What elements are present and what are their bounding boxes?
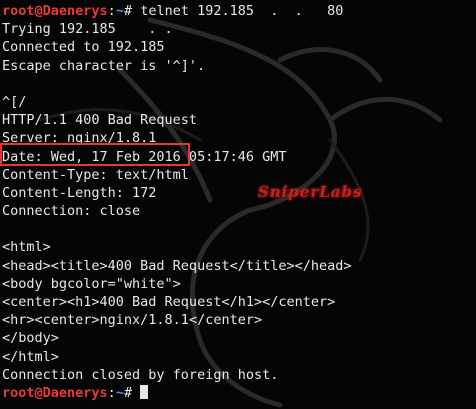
text-cursor (140, 384, 149, 399)
output-line: </body> (2, 330, 59, 347)
output-line: <hr><center>nginx/1.8.1</center> (2, 312, 263, 329)
prompt-symbol: # (123, 3, 133, 19)
command-text: telnet 192.185 . . 80 (132, 3, 344, 19)
output-line: Connected to 192.185 (2, 39, 165, 56)
output-line: Trying 192.185 . . (2, 21, 173, 38)
output-line: <html> (2, 239, 51, 256)
output-line: </html> (2, 348, 59, 365)
output-line: ^[/ (2, 93, 27, 110)
prompt-user: root@Daenerys (2, 384, 108, 401)
output-line: Connection: close (2, 203, 141, 220)
output-line: Connection closed by foreign host. (2, 366, 279, 383)
prompt-path: ~ (115, 3, 124, 19)
prompt-separator: : (107, 384, 116, 401)
command-line: root@Daenerys:~# telnet 192.185 . . 80 (2, 2, 476, 20)
prompt-user: root@Daenerys (2, 3, 108, 19)
output-line: Content-Length: 172 (2, 184, 157, 201)
prompt-separator: : (107, 3, 116, 19)
output-line: <center><h1>400 Bad Request</h1></center… (2, 294, 336, 310)
current-prompt-line[interactable]: root@Daenerys:~# (2, 384, 476, 402)
server-header-highlight (0, 143, 190, 166)
prompt-path: ~ (115, 384, 124, 401)
terminal-output: root@Daenerys:~# telnet 192.185 . . 80 T… (2, 2, 476, 402)
output-line: Content-Type: text/html (2, 166, 189, 183)
output-line: <head><title>400 Bad Request</title></he… (2, 257, 352, 274)
prompt-symbol: # (123, 384, 133, 401)
terminal-window[interactable]: root@Daenerys:~# telnet 192.185 . . 80 T… (0, 0, 476, 409)
sniperlabs-watermark-logo: SniperLabs (258, 183, 363, 201)
output-line: HTTP/1.1 400 Bad Request (2, 112, 198, 129)
output-line: <body bgcolor="white"> (2, 275, 181, 292)
output-line: Escape character is '^]'. (2, 57, 206, 74)
